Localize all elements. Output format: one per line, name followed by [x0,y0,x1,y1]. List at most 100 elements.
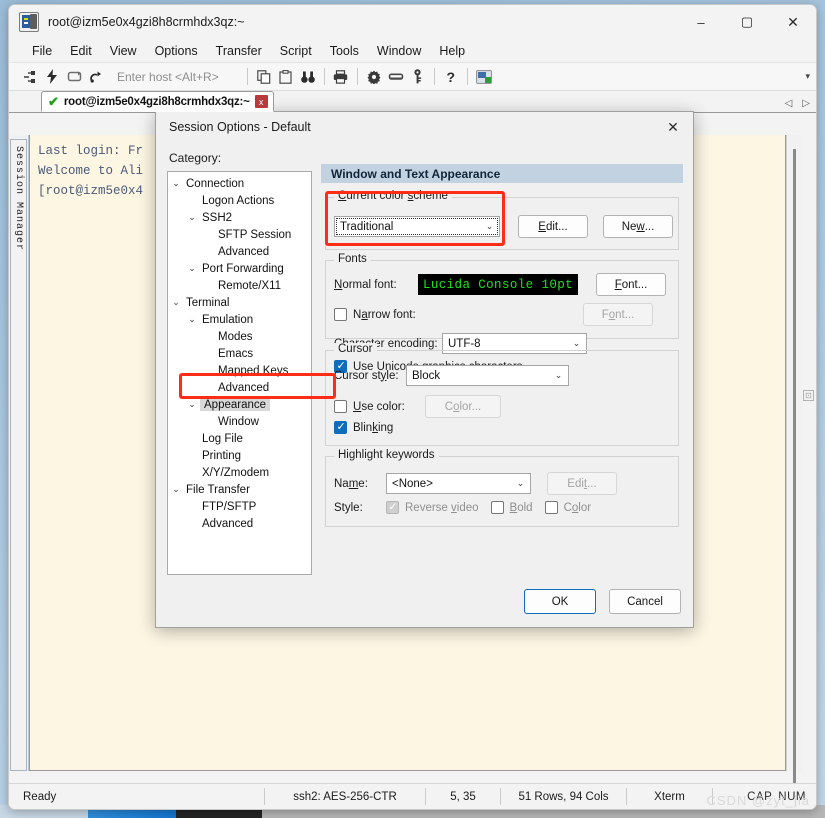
quick-connect-icon[interactable] [41,66,63,88]
print-icon[interactable] [330,66,352,88]
use-color-checkbox[interactable] [334,400,347,413]
chevron-down-icon[interactable]: ⌄ [184,399,200,410]
tree-item-xyzmodem[interactable]: X/Y/Zmodem [168,464,311,481]
tab-close-icon[interactable]: x [254,95,268,108]
tree-item-appearance[interactable]: ⌄ Appearance [168,396,311,413]
use-color-label: Use color: [353,400,405,413]
tree-item-modes[interactable]: Modes [168,328,311,345]
ok-button[interactable]: OK [524,589,596,614]
chevron-down-icon[interactable]: ⌄ [168,178,184,189]
tab-prev-icon[interactable]: ◁ [785,98,793,109]
menu-item-script[interactable]: Script [271,42,321,60]
tree-item-connection[interactable]: ⌄ Connection [168,175,311,192]
tree-item-terminal[interactable]: ⌄ Terminal [168,294,311,311]
tree-item-port-forwarding[interactable]: ⌄ Port Forwarding [168,260,311,277]
narrow-font-checkbox[interactable] [334,308,347,321]
gear-icon[interactable] [363,66,385,88]
menu-item-view[interactable]: View [101,42,146,60]
help-icon[interactable]: ? [440,66,462,88]
chat-panel-icon[interactable]: ⊡ [803,390,814,401]
highlight-name-label: Name: [334,477,368,490]
session-tab[interactable]: ✔ root@izm5e0x4gzi8h8crmhdx3qz:~ x [41,91,274,112]
highlight-name-value: <None> [392,477,433,490]
menu-item-transfer[interactable]: Transfer [207,42,271,60]
menu-item-edit[interactable]: Edit [61,42,101,60]
tree-item-file-transfer[interactable]: ⌄ File Transfer [168,481,311,498]
toolbar: Enter host <Alt+R> ? ▾ [9,63,816,91]
normal-font-button[interactable]: Font... [596,273,666,296]
content-panel: Window and Text Appearance Current color… [321,164,683,627]
category-tree[interactable]: ⌄ Connection Logon Actions ⌄ SSH2 SFTP Ses… [167,171,312,575]
tree-item-file-transfer-advanced[interactable]: Advanced [168,515,311,532]
cursor-style-value: Block [412,369,441,382]
chevron-down-icon[interactable]: ⌄ [168,484,184,495]
chevron-down-icon[interactable]: ⌄ [549,366,568,385]
tab-next-icon[interactable]: ▷ [802,98,810,109]
highlight-edit-button[interactable]: Edi t... [547,472,617,495]
securecrt-window: root@izm5e0x4gzi8h8crmhdx3qz:~ – ▢ ✕ Fil… [8,4,817,810]
session-manager-panel[interactable]: Session Manager [9,135,29,771]
status-ready: Ready [23,790,57,803]
toolbar-overflow-icon[interactable]: ▾ [805,71,810,82]
menu-item-window[interactable]: Window [368,42,430,60]
tree-item-window[interactable]: Window [168,413,311,430]
tree-item-label: SSH2 [202,211,233,224]
find-icon[interactable] [297,66,319,88]
menu-item-file[interactable]: File [23,42,61,60]
key-icon[interactable] [407,66,429,88]
cursor-color-button[interactable]: Co lor... [425,395,501,418]
tree-item-emacs[interactable]: Emacs [168,345,311,362]
host-input[interactable]: Enter host <Alt+R> [113,68,223,86]
blinking-checkbox[interactable] [334,420,347,434]
menu-item-tools[interactable]: Tools [321,42,368,60]
category-label: Category: [169,151,222,165]
reconnect-icon[interactable] [63,66,85,88]
color-scheme-select[interactable]: Traditional ⌄ [334,216,500,237]
keyboard-icon[interactable] [385,66,407,88]
chevron-down-icon[interactable]: ⌄ [184,263,200,274]
chevron-down-icon[interactable]: ⌄ [184,314,200,325]
edit-scheme-button[interactable]: Edit... [518,215,588,238]
connect-sftp-icon[interactable] [85,66,107,88]
tree-item-printing[interactable]: Printing [168,447,311,464]
session-manager-icon[interactable] [473,66,495,88]
highlight-legend: Highlight keywords [334,449,439,461]
menu-item-help[interactable]: Help [430,42,474,60]
terminal-scrollbar[interactable] [786,135,802,789]
tree-item-emulation[interactable]: ⌄ Emulation [168,311,311,328]
chevron-down-icon[interactable]: ⌄ [168,297,184,308]
close-icon[interactable]: ✕ [770,5,816,39]
tree-item-ssh2[interactable]: ⌄ SSH2 [168,209,311,226]
tree-item-log-file[interactable]: Log File [168,430,311,447]
tree-item-label: SFTP Session [218,228,292,241]
tree-item-sftp-session[interactable]: SFTP Session [168,226,311,243]
tree-item-ftp-sftp[interactable]: FTP/SFTP [168,498,311,515]
tree-item-ssh2-advanced[interactable]: Advanced [168,243,311,260]
chevron-down-icon[interactable]: ⌄ [184,212,200,223]
paste-icon[interactable] [275,66,297,88]
tree-item-label: Log File [202,432,243,445]
bold-checkbox[interactable] [490,501,504,514]
scrollbar-thumb[interactable] [793,149,796,789]
new-scheme-button[interactable]: Ne w... [603,215,673,238]
tree-item-mapped-keys[interactable]: Mapped Keys [168,362,311,379]
cursor-style-select[interactable]: Block ⌄ [406,365,569,386]
tree-item-logon-actions[interactable]: Logon Actions [168,192,311,209]
tree-item-remote-x11[interactable]: Remote/X11 [168,277,311,294]
tree-item-emulation-advanced[interactable]: Advanced [168,379,311,396]
dialog-close-icon[interactable]: ✕ [657,113,689,141]
copy-icon[interactable] [253,66,275,88]
menu-item-options[interactable]: Options [146,42,207,60]
window-controls: – ▢ ✕ [678,5,816,39]
cancel-button[interactable]: Cancel [609,589,681,614]
color-checkbox[interactable] [544,501,558,514]
connect-icon[interactable] [19,66,41,88]
chevron-down-icon[interactable]: ⌄ [480,217,499,236]
chevron-down-icon[interactable]: ⌄ [511,474,530,493]
reverse-video-checkbox[interactable] [386,500,399,514]
highlight-name-select[interactable]: <None> ⌄ [386,473,531,494]
maximize-icon[interactable]: ▢ [724,5,770,39]
minimize-icon[interactable]: – [678,5,724,39]
narrow-font-button[interactable]: Fo nt... [583,303,653,326]
toolbar-divider [323,68,325,85]
